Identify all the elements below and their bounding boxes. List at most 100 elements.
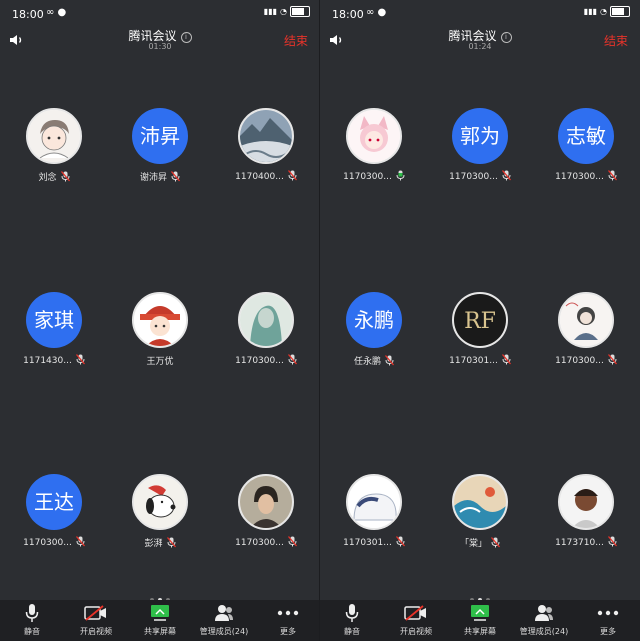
mic-muted-icon xyxy=(60,171,70,185)
participant-tile[interactable]: 王达 1170300... xyxy=(4,474,104,554)
wifi-icon: ◔ xyxy=(600,7,607,16)
avatar: 沛昇 xyxy=(132,108,188,164)
participant-tile[interactable]: 刘念 xyxy=(4,108,104,188)
avatar: RF xyxy=(452,292,508,348)
participant-tile[interactable]: 1173710... xyxy=(536,474,636,554)
share-screen-button[interactable]: 共享屏幕 xyxy=(448,602,512,641)
participant-name-row: 1171430... xyxy=(4,354,104,368)
microphone-button[interactable]: 静音 xyxy=(320,602,384,641)
participant-name-row: 刘念 xyxy=(4,170,104,185)
toolbar-label: 静音 xyxy=(344,627,360,636)
signal-icon: ▮▮▮ xyxy=(583,7,598,16)
participant-tile[interactable]: 家琪 1171430... xyxy=(4,292,104,372)
mic-muted-icon xyxy=(287,536,297,550)
participant-tile[interactable]: 彭湃 xyxy=(110,474,210,554)
avatar: 志敏 xyxy=(558,108,614,164)
video-off-button[interactable]: 开启视频 xyxy=(384,602,448,641)
participant-name: 1170301... xyxy=(343,538,392,548)
share-screen-button[interactable]: 共享屏幕 xyxy=(128,602,192,641)
share-screen-icon xyxy=(128,602,192,624)
share-screen-icon xyxy=(448,602,512,624)
mic-muted-icon xyxy=(166,537,176,551)
more-icon xyxy=(256,602,320,624)
members-icon xyxy=(512,602,576,624)
participant-name-row: 1170300... xyxy=(536,170,636,184)
participant-name: 彭湃 xyxy=(144,539,163,549)
meeting-timer: 01:24 xyxy=(468,42,492,51)
more-icon xyxy=(576,602,640,624)
participant-tile[interactable]: 「棠」 xyxy=(430,474,530,554)
participant-tile[interactable]: 永鹏 任永鹏 xyxy=(324,292,424,372)
bottom-toolbar: 静音 开启视频 共享屏幕 管理成员(24) 更多 xyxy=(320,600,640,641)
meeting-header: 腾讯会议 i 01:30 结束 xyxy=(0,22,320,54)
mic-muted-icon xyxy=(287,354,297,368)
participant-tile[interactable]: 1170300... xyxy=(216,474,316,554)
avatar-initials: 郭为 xyxy=(460,124,500,148)
avatar xyxy=(238,108,294,164)
microphone-icon xyxy=(0,602,64,624)
participant-name-row: 1170301... xyxy=(430,354,530,368)
participant-tile[interactable]: RF 1170301... xyxy=(430,292,530,372)
participant-name-row: 王万优 xyxy=(110,354,210,367)
video-off-button[interactable]: 开启视频 xyxy=(64,602,128,641)
avatar xyxy=(132,292,188,348)
mic-muted-icon xyxy=(607,354,617,368)
participant-tile[interactable]: 1170300... xyxy=(536,292,636,372)
mic-muted-icon xyxy=(395,536,405,550)
mic-muted-icon xyxy=(607,170,617,184)
mic-muted-icon xyxy=(491,537,500,551)
participant-name: 1173710... xyxy=(555,538,604,548)
participant-name-row: 1170300... xyxy=(536,354,636,368)
more-button[interactable]: 更多 xyxy=(256,602,320,641)
toolbar-label: 静音 xyxy=(24,627,40,636)
status-right-icons: ▮▮▮ ◔ xyxy=(264,6,310,17)
participant-tile[interactable]: 1170300... xyxy=(324,108,424,188)
meeting-title-text: 腾讯会议 xyxy=(128,29,177,43)
mic-muted-icon xyxy=(287,170,297,184)
mic-muted-icon xyxy=(171,171,180,185)
bottom-toolbar: 静音 开启视频 共享屏幕 管理成员(24) 更多 xyxy=(0,600,320,641)
toolbar-label: 共享屏幕 xyxy=(144,627,176,636)
participant-name-row: 谢沛昇 xyxy=(110,170,210,185)
participant-tile[interactable]: 郭为 1170300... xyxy=(430,108,530,188)
avatar xyxy=(558,292,614,348)
participant-name: 谢沛昇 xyxy=(139,173,167,183)
end-meeting-button[interactable]: 结束 xyxy=(604,32,628,49)
status-time: 18:00 xyxy=(332,8,364,21)
participant-name: 1170300... xyxy=(449,172,498,182)
mic-muted-icon xyxy=(385,355,394,369)
avatar xyxy=(558,474,614,530)
participant-name: 1170300... xyxy=(343,172,392,182)
participant-name-row: 1170400... xyxy=(216,170,316,184)
avatar xyxy=(346,474,402,530)
more-button[interactable]: 更多 xyxy=(576,602,640,641)
signal-icon: ▮▮▮ xyxy=(263,7,278,16)
participant-name-row: 1170300... xyxy=(324,170,424,184)
status-time: 18:00 xyxy=(12,8,44,21)
microphone-button[interactable]: 静音 xyxy=(0,602,64,641)
participant-tile[interactable]: 1170400... xyxy=(216,108,316,188)
end-meeting-button[interactable]: 结束 xyxy=(284,32,308,49)
avatar-initials: 志敏 xyxy=(566,124,606,148)
meeting-screen-left: 18:00 ∞ ● ▮▮▮ ◔ 腾讯会议 i 01:30 结束 刘念 沛昇 谢沛昇 11… xyxy=(0,0,320,641)
members-button[interactable]: 管理成员(24) xyxy=(192,602,256,641)
wifi-icon: ◔ xyxy=(280,7,287,16)
participant-tile[interactable]: 王万优 xyxy=(110,292,210,372)
participant-tile[interactable]: 1170300... xyxy=(216,292,316,372)
participant-name: 1170300... xyxy=(555,356,604,366)
avatar-initials: 王达 xyxy=(34,490,74,514)
participant-tile[interactable]: 沛昇 谢沛昇 xyxy=(110,108,210,188)
microphone-icon xyxy=(320,602,384,624)
mic-active-icon xyxy=(396,170,405,184)
avatar-initials: 沛昇 xyxy=(140,124,180,148)
avatar xyxy=(238,292,294,348)
participant-name: 1170300... xyxy=(23,538,72,548)
avatar xyxy=(452,474,508,530)
participant-tile[interactable]: 志敏 1170300... xyxy=(536,108,636,188)
participant-tile[interactable]: 1170301... xyxy=(324,474,424,554)
toolbar-label: 更多 xyxy=(600,627,616,636)
meeting-timer: 01:30 xyxy=(148,42,172,51)
members-button[interactable]: 管理成员(24) xyxy=(512,602,576,641)
toolbar-label: 开启视频 xyxy=(80,627,112,636)
participant-name: 「棠」 xyxy=(459,539,487,549)
